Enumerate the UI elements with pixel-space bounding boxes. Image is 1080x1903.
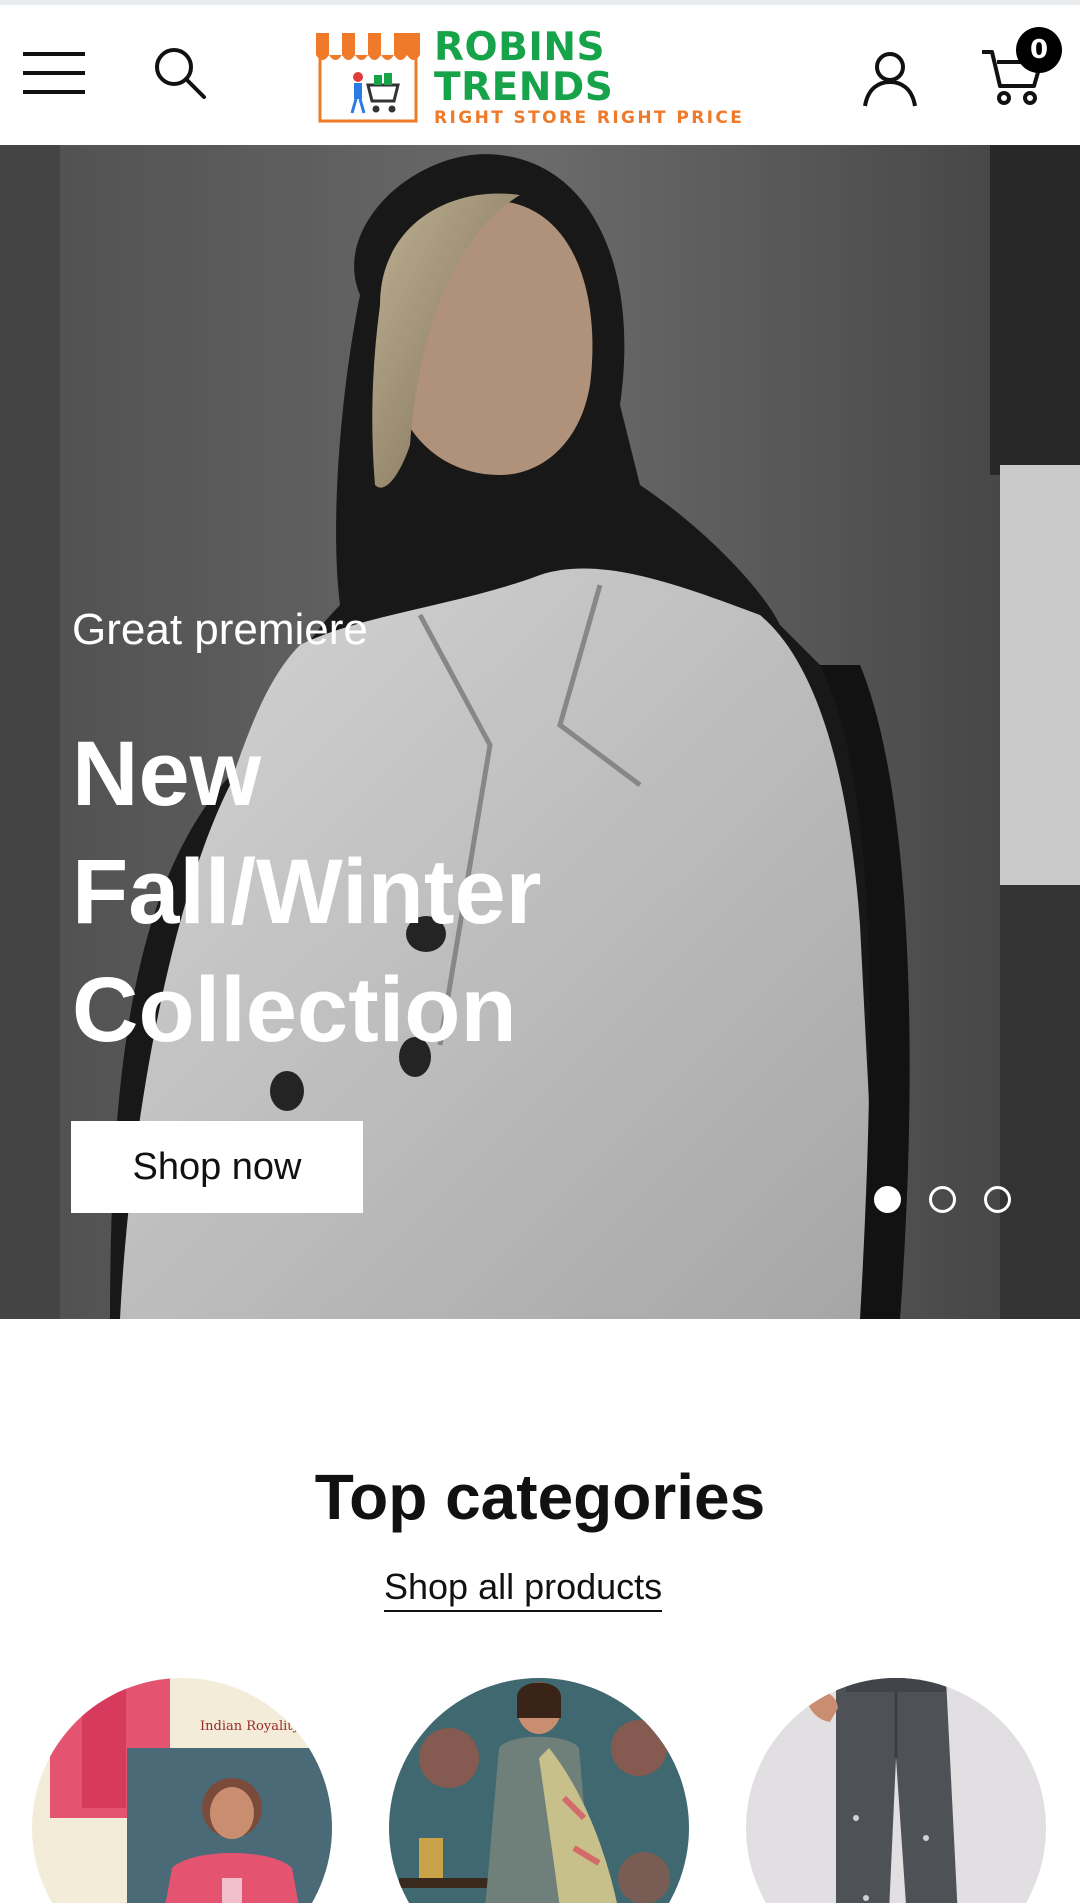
store-logo[interactable]: ROBINS TRENDS RIGHT STORE RIGHT PRICE — [316, 28, 772, 128]
slide-dot-2[interactable] — [929, 1186, 956, 1213]
account-button[interactable] — [850, 39, 930, 119]
slide-dot-3[interactable] — [984, 1186, 1011, 1213]
shop-now-button[interactable]: Shop now — [71, 1121, 363, 1213]
slide-dot-1[interactable] — [874, 1186, 901, 1213]
hero-slideshow: Great premiere New Fall/Winter Collectio… — [0, 145, 1080, 1319]
category-card-3[interactable] — [746, 1678, 1046, 1903]
section-title: Top categories — [314, 1461, 766, 1533]
shop-all-products-link[interactable]: Shop all products — [384, 1566, 663, 1612]
logo-name: ROBINS TRENDS — [434, 25, 614, 110]
embroidered-kurta-set-image: Indian Royality — [32, 1678, 332, 1903]
category-card-1[interactable]: Indian Royality — [32, 1678, 332, 1903]
search-button[interactable] — [140, 33, 220, 113]
cart-count-badge: 0 — [1016, 27, 1062, 73]
menu-button[interactable] — [14, 33, 94, 113]
category-1-logo-text: Indian Royality — [200, 1719, 300, 1734]
storefront-logo-icon — [316, 33, 420, 123]
slide-indicators — [874, 1186, 1011, 1213]
grey-jeans-image — [746, 1678, 1046, 1903]
hero-eyebrow: Great premiere — [72, 605, 368, 654]
search-icon — [155, 48, 206, 99]
user-icon — [863, 52, 917, 107]
printed-suit-dupatta-image — [389, 1678, 689, 1903]
logo-tagline: RIGHT STORE RIGHT PRICE — [434, 108, 745, 128]
site-header: ROBINS TRENDS RIGHT STORE RIGHT PRICE 0 — [0, 5, 1080, 145]
category-card-2[interactable] — [389, 1678, 689, 1903]
hero-title: New Fall/Winter Collection — [72, 723, 542, 1061]
menu-icon — [23, 52, 85, 94]
